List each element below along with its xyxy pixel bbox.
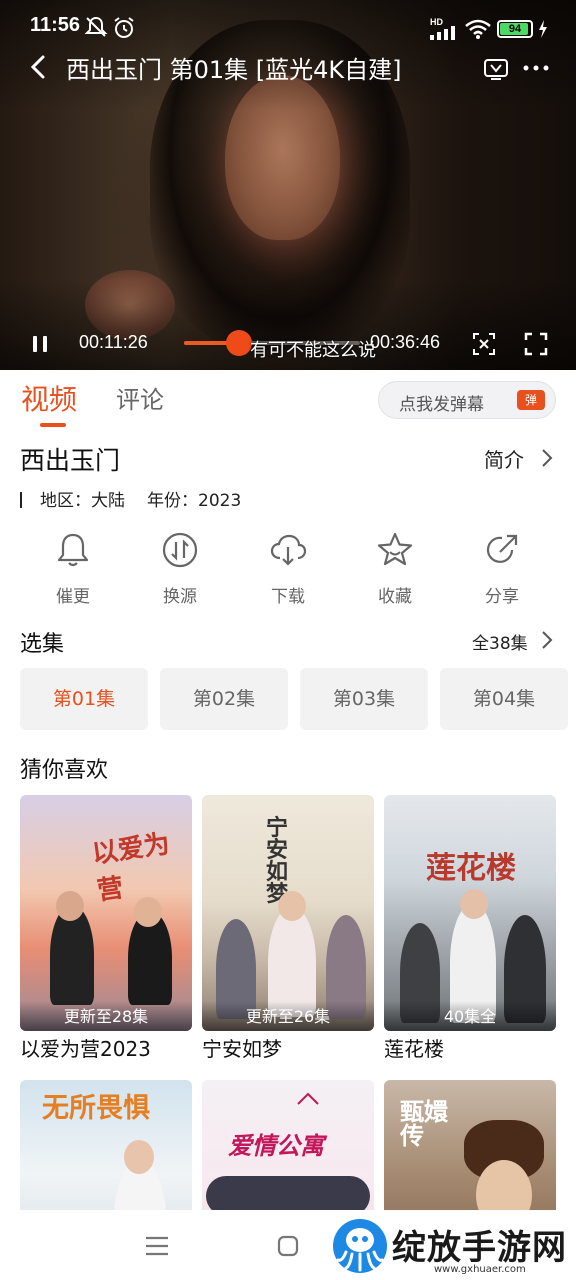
update-badge: 40集全: [384, 1001, 556, 1031]
bell-icon: [57, 533, 89, 567]
recommend-card[interactable]: 以爱为营 更新至28集 以爱为营2023: [20, 795, 192, 1062]
subtitle-text: 有可不能这么说: [250, 340, 376, 361]
year-label: 年份：: [147, 491, 198, 511]
region-label: 地区：: [40, 491, 91, 511]
episode-button[interactable]: 第03集: [300, 668, 428, 730]
episode-button[interactable]: 第01集: [20, 668, 148, 730]
watermark-url: www.gxhuaer.com: [434, 1264, 526, 1275]
chevron-right-icon[interactable]: [540, 447, 554, 469]
poster-title: 无所畏惧: [42, 1093, 150, 1124]
wifi-icon: [465, 19, 491, 39]
episode-button[interactable]: 第02集: [160, 668, 288, 730]
poster-title: 莲花楼: [426, 851, 516, 886]
signal-icon: [430, 26, 455, 40]
action-favorite[interactable]: 收藏: [355, 530, 435, 607]
action-label: 换源: [163, 587, 197, 607]
tab-underline: [40, 423, 66, 427]
recommend-title: 猜你喜欢: [20, 758, 109, 783]
poster-title: 爱情公寓: [228, 1132, 324, 1160]
episode-button[interactable]: 第04集: [440, 668, 568, 730]
year-value: 2023: [198, 491, 242, 511]
poster-title: 甄嬛传: [400, 1097, 448, 1150]
action-label: 收藏: [378, 587, 412, 607]
back-button[interactable]: [24, 52, 54, 82]
recommend-name: 莲花楼: [384, 1037, 444, 1061]
chevron-right-icon[interactable]: [540, 629, 554, 651]
danmaku-badge: 弹: [517, 390, 545, 410]
recommend-card[interactable]: 莲花楼 40集全 莲花楼: [384, 795, 556, 1062]
status-bar: 11:56 HD 94: [0, 0, 576, 46]
progress-thumb[interactable]: [225, 330, 252, 356]
share-icon: [486, 534, 518, 563]
battery-level: 94: [508, 23, 522, 35]
poster-image: 宁安如梦 更新至26集: [202, 795, 374, 1031]
status-time: 11:56: [30, 14, 81, 36]
send-danmaku-button[interactable]: 点我发弹幕 弹: [378, 381, 556, 419]
tab-video[interactable]: 视频: [21, 378, 77, 418]
home-square-icon[interactable]: [276, 1234, 300, 1258]
site-watermark: 绽放手游网 www.gxhuaer.com: [330, 1216, 570, 1276]
intro-link[interactable]: 简介: [484, 444, 524, 473]
charging-icon: [539, 20, 547, 38]
octopus-logo-icon: [333, 1219, 387, 1273]
skip-intro-icon[interactable]: [470, 330, 498, 358]
recommend-name: 以爱为营2023: [20, 1037, 151, 1061]
cloud-download-icon: [270, 534, 307, 566]
more-options-icon[interactable]: [520, 54, 552, 82]
switch-source-icon: [162, 532, 198, 568]
player-title: 西出玉门 第01集 [蓝光4K自建]: [66, 56, 402, 84]
update-badge: 更新至28集: [20, 1001, 192, 1031]
episodes-title: 选集: [20, 632, 65, 657]
all-episodes-link[interactable]: 全38集: [472, 629, 528, 654]
action-label: 催更: [56, 587, 90, 607]
danmaku-label: 点我发弹幕: [399, 395, 484, 415]
poster-image: 莲花楼 40集全: [384, 795, 556, 1031]
tab-comments[interactable]: 评论: [116, 380, 164, 415]
video-player[interactable]: 11:56 HD 94 西出玉门 第01集 [蓝光4K自建] 00:11:26 …: [0, 0, 576, 370]
meta-divider: [20, 492, 22, 508]
recents-menu-icon[interactable]: [144, 1235, 170, 1257]
battery-icon: 94: [497, 20, 533, 38]
action-remind[interactable]: 催更: [33, 530, 113, 607]
alarm-icon: [114, 17, 134, 38]
total-time: 00:36:46: [370, 332, 441, 352]
fullscreen-icon[interactable]: [522, 330, 550, 358]
mute-notification-icon: [84, 16, 108, 37]
watermark-text: 绽放手游网: [392, 1228, 567, 1268]
action-download[interactable]: 下载: [248, 530, 328, 607]
action-share[interactable]: 分享: [462, 530, 542, 607]
action-switch-source[interactable]: 换源: [140, 530, 220, 607]
update-badge: 更新至26集: [202, 1001, 374, 1031]
action-label: 分享: [485, 587, 519, 607]
star-icon: [377, 532, 413, 566]
recommend-name: 宁安如梦: [202, 1037, 282, 1061]
poster-title: 以爱为营: [90, 829, 172, 907]
poster-image: 以爱为营 更新至28集: [20, 795, 192, 1031]
pause-button[interactable]: [26, 330, 54, 358]
current-time: 00:11:26: [79, 332, 148, 352]
recommend-card[interactable]: 宁安如梦 更新至26集 宁安如梦: [202, 795, 374, 1062]
show-meta: 地区：大陆 年份：2023: [20, 486, 241, 511]
cast-tv-icon[interactable]: [482, 54, 510, 82]
action-label: 下载: [271, 587, 305, 607]
show-title: 西出玉门: [20, 446, 121, 475]
heart-icon: [297, 1092, 319, 1105]
region-value: 大陆: [91, 491, 125, 511]
